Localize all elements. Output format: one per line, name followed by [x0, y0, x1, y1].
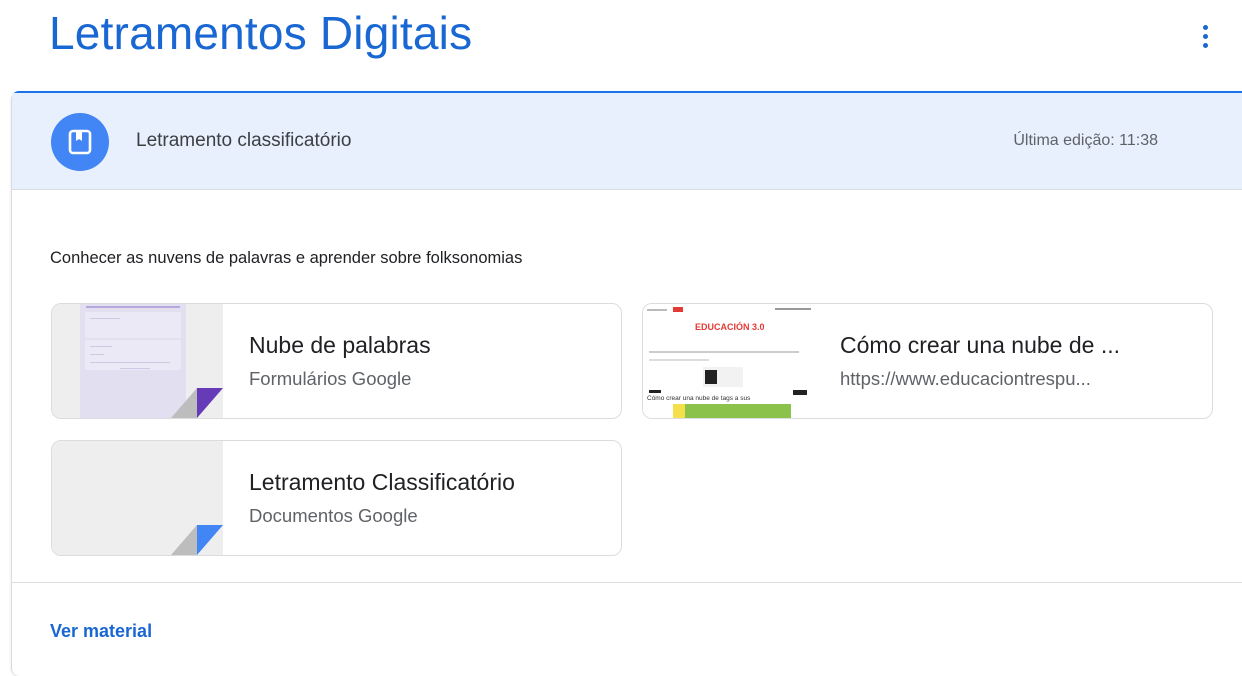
attachment-title: Nube de palabras: [249, 332, 431, 358]
thumb-text: Cómo crear una nube de tags a sus: [647, 395, 751, 402]
topic-title: Letramentos Digitais: [49, 7, 473, 59]
attachment-docs[interactable]: Letramento Classificatório Documentos Go…: [51, 440, 622, 556]
thumb-heading: EDUCACIÓN 3.0: [695, 322, 765, 332]
attachment-url: https://www.educaciontrespu...: [840, 368, 1091, 389]
attachment-subtitle: Formulários Google: [249, 368, 412, 389]
forms-corner-icon: [171, 388, 223, 418]
attachment-link[interactable]: EDUCACIÓN 3.0 Cómo crear una nube de tag…: [642, 303, 1213, 419]
last-edit-timestamp: Última edição: 11:38: [1013, 132, 1158, 149]
attachment-title: Letramento Classificatório: [249, 469, 515, 495]
forms-thumbnail: [52, 304, 223, 418]
attachment-subtitle: Documentos Google: [249, 505, 418, 526]
card-divider: [12, 582, 1242, 583]
webpage-thumbnail: EDUCACIÓN 3.0 Cómo crear una nube de tag…: [643, 304, 814, 418]
material-card[interactable]: Letramento classificatório Última edição…: [11, 91, 1242, 676]
book-icon: [51, 113, 109, 171]
attachment-title: Cómo crear una nube de ...: [840, 332, 1120, 358]
material-description: Conhecer as nuvens de palavras e aprende…: [50, 249, 523, 267]
more-options-icon[interactable]: [1190, 16, 1220, 56]
docs-thumbnail: [52, 441, 223, 555]
docs-corner-icon: [171, 525, 223, 555]
attachment-forms[interactable]: Nube de palabras Formulários Google: [51, 303, 622, 419]
view-material-link[interactable]: Ver material: [50, 621, 152, 642]
material-header[interactable]: Letramento classificatório Última edição…: [12, 93, 1242, 190]
material-title: Letramento classificatório: [136, 130, 352, 151]
